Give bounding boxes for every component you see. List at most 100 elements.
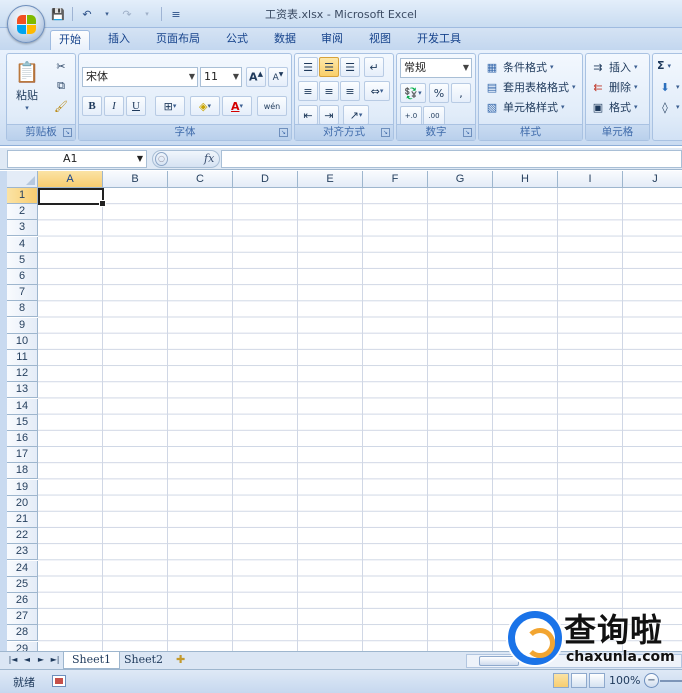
tab-developer[interactable]: 开发工具 (409, 30, 469, 50)
underline-button[interactable]: U (126, 96, 146, 116)
alignment-launcher-icon[interactable]: ↘ (381, 128, 390, 137)
format-painter-button[interactable]: 🖌 (53, 98, 69, 114)
increase-decimal-button[interactable]: +.0 (400, 106, 422, 126)
tab-data[interactable]: 数据 (266, 30, 304, 50)
fill-button[interactable]: ⬇ ▾ (657, 79, 679, 95)
decrease-indent-button[interactable]: ⇤ (298, 105, 318, 125)
column-header-j[interactable]: J (623, 171, 682, 188)
borders-button[interactable]: ⊞ ▾ (155, 96, 185, 116)
cut-button[interactable]: ✂ (53, 58, 69, 74)
font-color-button[interactable]: A ▾ (222, 96, 252, 116)
increase-indent-button[interactable]: ⇥ (319, 105, 339, 125)
align-left-button[interactable]: ≡ (298, 81, 318, 101)
zoom-out-button[interactable]: − (644, 673, 659, 688)
zoom-level[interactable]: 100% (609, 674, 640, 687)
grow-font-button[interactable]: A▲ (246, 67, 266, 87)
align-top-button[interactable]: ☰ (298, 57, 318, 77)
row-header-2[interactable]: 2 (7, 204, 38, 221)
tab-view[interactable]: 视图 (361, 30, 399, 50)
fill-color-button[interactable]: ◈ ▾ (190, 96, 220, 116)
row-header-10[interactable]: 10 (7, 333, 38, 350)
align-center-button[interactable]: ≡ (319, 81, 339, 101)
row-header-29[interactable]: 29 (7, 641, 38, 651)
page-break-view-button[interactable] (589, 673, 605, 688)
orientation-button[interactable]: ↗ ▾ (343, 105, 369, 125)
conditional-format-button[interactable]: ▦ 条件格式 ▾ (484, 59, 554, 75)
comma-button[interactable]: , (451, 83, 471, 103)
row-header-6[interactable]: 6 (7, 269, 38, 285)
delete-cells-button[interactable]: ⇇ 删除 ▾ (590, 79, 637, 95)
row-header-22[interactable]: 22 (7, 528, 38, 545)
clipboard-launcher-icon[interactable]: ↘ (63, 128, 72, 137)
format-as-table-button[interactable]: ▤ 套用表格格式 ▾ (484, 79, 576, 95)
number-format-select[interactable]: 常规 ▼ (400, 58, 472, 78)
row-header-21[interactable]: 21 (7, 512, 38, 528)
row-header-7[interactable]: 7 (7, 285, 38, 302)
phonetic-button[interactable]: wén (257, 96, 287, 116)
font-name-select[interactable]: 宋体 ▼ (82, 67, 198, 87)
row-header-19[interactable]: 19 (7, 479, 38, 496)
row-header-15[interactable]: 15 (7, 414, 38, 431)
row-header-17[interactable]: 17 (7, 447, 38, 464)
first-sheet-icon[interactable]: |◄ (8, 654, 18, 666)
last-sheet-icon[interactable]: ►| (50, 654, 60, 666)
row-header-28[interactable]: 28 (7, 625, 38, 642)
row-header-18[interactable]: 18 (7, 463, 38, 480)
align-bottom-button[interactable]: ☰ (340, 57, 360, 77)
select-all-button[interactable] (7, 171, 38, 188)
next-sheet-icon[interactable]: ► (36, 654, 46, 666)
column-header-g[interactable]: G (428, 171, 493, 188)
row-header-1[interactable]: 1 (7, 188, 38, 204)
font-launcher-icon[interactable]: ↘ (279, 128, 288, 137)
currency-button[interactable]: 💱 ▾ (400, 83, 426, 103)
font-size-select[interactable]: 11 ▼ (200, 67, 242, 87)
row-header-24[interactable]: 24 (7, 560, 38, 577)
insert-function-button[interactable]: fx (204, 151, 214, 167)
expand-icon[interactable]: ○ (155, 152, 168, 166)
clear-button[interactable]: ◊ ▾ (657, 99, 679, 115)
row-header-26[interactable]: 26 (7, 593, 38, 609)
formula-input[interactable] (221, 150, 682, 168)
row-header-11[interactable]: 11 (7, 350, 38, 366)
tab-review[interactable]: 审阅 (313, 30, 351, 50)
row-header-12[interactable]: 12 (7, 366, 38, 383)
column-header-d[interactable]: D (233, 171, 298, 188)
tab-page-layout[interactable]: 页面布局 (148, 30, 208, 50)
format-cells-button[interactable]: ▣ 格式 ▾ (590, 99, 638, 115)
row-header-16[interactable]: 16 (7, 431, 38, 447)
normal-view-button[interactable] (553, 673, 569, 688)
row-header-14[interactable]: 14 (7, 398, 38, 415)
row-header-27[interactable]: 27 (7, 609, 38, 626)
percent-button[interactable]: % (429, 83, 449, 103)
column-header-c[interactable]: C (168, 171, 233, 188)
bold-button[interactable]: B (82, 96, 102, 116)
row-header-9[interactable]: 9 (7, 317, 38, 334)
column-header-f[interactable]: F (363, 171, 428, 188)
align-middle-button[interactable]: ☰ (319, 57, 339, 77)
wrap-text-button[interactable]: ↵ (364, 57, 384, 77)
row-header-13[interactable]: 13 (7, 382, 38, 399)
office-button[interactable] (7, 5, 45, 43)
tab-formulas[interactable]: 公式 (218, 30, 256, 50)
macro-record-icon[interactable] (52, 675, 66, 687)
number-launcher-icon[interactable]: ↘ (463, 128, 472, 137)
column-header-e[interactable]: E (298, 171, 363, 188)
decrease-decimal-button[interactable]: .00 (423, 106, 445, 126)
row-header-4[interactable]: 4 (7, 236, 38, 253)
row-header-3[interactable]: 3 (7, 220, 38, 237)
row-header-5[interactable]: 5 (7, 252, 38, 269)
row-header-23[interactable]: 23 (7, 544, 38, 561)
paste-button[interactable]: 📋 粘贴 ▾ (15, 58, 40, 112)
insert-sheet-icon[interactable]: ✚ (168, 652, 193, 669)
copy-button[interactable]: ⧉ (53, 78, 69, 94)
autosum-button[interactable]: Σ ▾ (657, 59, 671, 72)
column-header-b[interactable]: B (103, 171, 168, 188)
row-header-20[interactable]: 20 (7, 495, 38, 512)
zoom-slider[interactable] (660, 680, 682, 682)
column-header-a[interactable]: A (38, 171, 103, 188)
name-box[interactable]: A1 ▼ (7, 150, 147, 168)
sheet-tab-sheet1[interactable]: Sheet1 (63, 652, 121, 669)
merge-center-button[interactable]: ⇔ ▾ (364, 81, 390, 101)
tab-home[interactable]: 开始 (50, 30, 90, 50)
align-right-button[interactable]: ≡ (340, 81, 360, 101)
